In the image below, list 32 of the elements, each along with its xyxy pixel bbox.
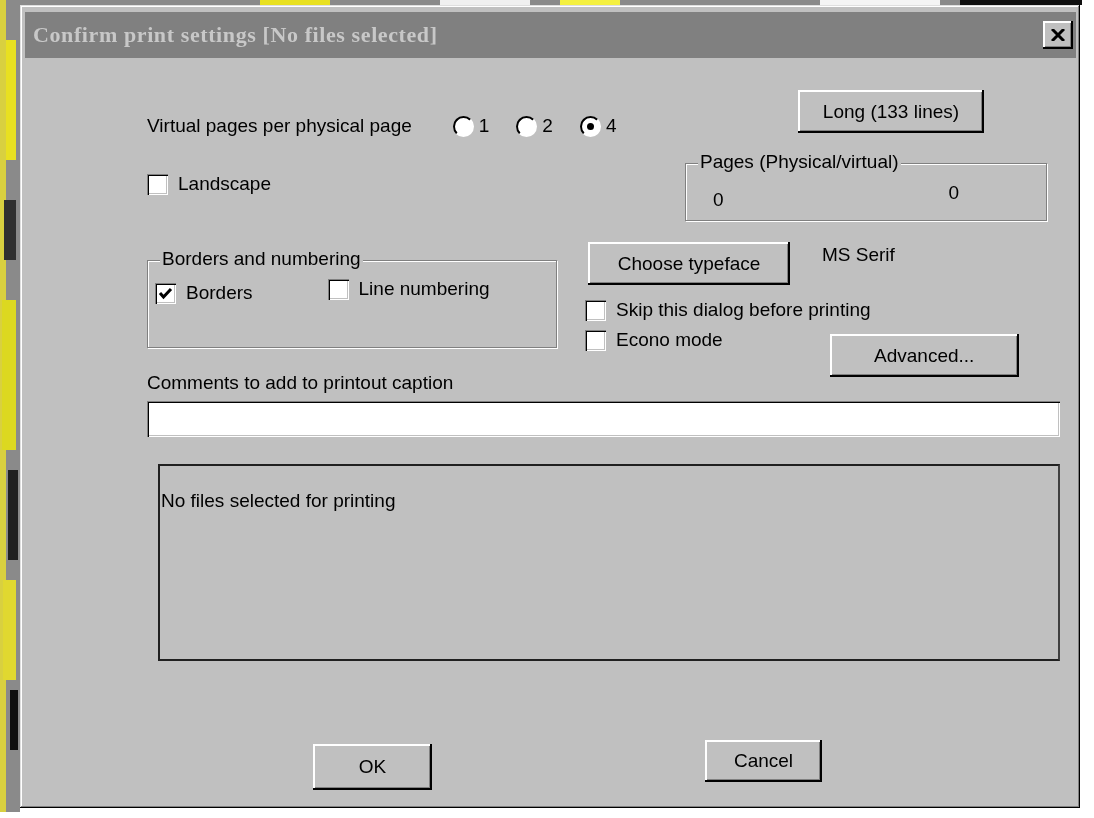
dialog-button[interactable]: Cancel [705,740,822,782]
dialog-button[interactable]: OK [313,744,432,790]
checkbox-label: Borders [186,282,253,304]
checkbox[interactable] [155,282,176,304]
typeface-name: MS Serif [822,244,895,266]
close-button[interactable] [1043,21,1073,49]
page-count: 0 [713,189,724,211]
radio-label: 2 [542,115,553,137]
close-icon [1051,29,1065,41]
checkbox[interactable] [327,278,349,300]
typeface-button[interactable]: Choose typeface [588,242,790,285]
field-label: Comments to add to printout caption [147,372,455,394]
advanced-button[interactable]: Advanced... [829,334,1019,377]
checkbox-label: Skip this dialog before printing [616,299,871,321]
radio-button[interactable] [452,115,474,137]
checkbox[interactable] [585,329,606,351]
checkbox-label: Econo mode [616,329,723,351]
window-title: Confirm print settings [No files selected] [33,22,438,48]
empty-message: No files selected for printing [161,490,396,511]
radio-label: 1 [478,115,490,137]
radio-button[interactable] [579,115,601,137]
page-count: 0 [948,182,960,204]
check-mark-icon [158,285,173,301]
checkbox-label: Landscape [178,173,271,195]
radio-label: 4 [605,115,617,137]
comments-field[interactable] [147,401,1060,437]
length-button[interactable]: Long (133 lines) [798,90,984,133]
checkbox[interactable] [147,173,168,195]
radio-button[interactable] [516,115,538,137]
checkbox-label: Line numbering [358,278,490,300]
checkbox[interactable] [585,299,606,321]
field-label: Virtual pages per physical page [147,115,412,137]
